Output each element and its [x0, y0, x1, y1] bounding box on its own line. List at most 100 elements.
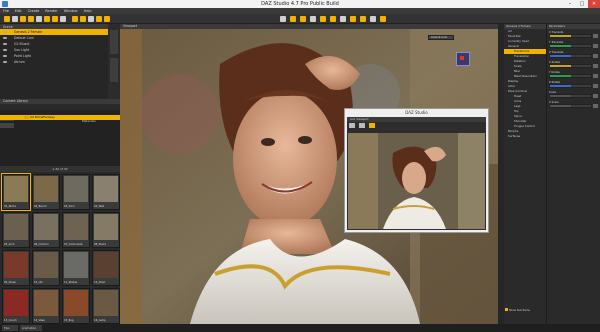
aux-viewport[interactable] — [348, 133, 485, 229]
close-icon[interactable]: ✕ — [588, 0, 600, 8]
toolbar-button[interactable] — [320, 16, 326, 22]
render-icon[interactable] — [359, 123, 365, 128]
slider-menu-icon[interactable] — [593, 64, 598, 68]
thumbnail-label: 07_Colonnade — [64, 243, 83, 246]
toolbar-button[interactable] — [28, 16, 34, 22]
content-thumbnail[interactable]: 06_Column — [32, 212, 60, 248]
toolbar-button[interactable] — [380, 16, 386, 22]
content-thumbnail[interactable]: 14_Vase — [32, 288, 60, 324]
slider-menu-icon[interactable] — [593, 54, 598, 58]
thumbnail-label: 14_Vase — [34, 319, 45, 322]
slider-track[interactable] — [549, 94, 592, 98]
content-thumbnail[interactable]: 12_Chair — [92, 250, 120, 286]
parameter-slider[interactable]: Y Rotate — [549, 71, 598, 79]
slider-menu-icon[interactable] — [593, 104, 598, 108]
parameter-slider[interactable]: X Rotate — [549, 61, 598, 69]
toolbar-button[interactable] — [300, 16, 306, 22]
parameter-slider[interactable]: X Scale — [549, 101, 598, 109]
slider-fill — [550, 35, 571, 37]
toolbar-button[interactable] — [20, 16, 26, 22]
content-thumbnail[interactable]: 08_Stairs — [92, 212, 120, 248]
aux-window[interactable]: DAZ Studio Aux Viewport — [344, 108, 489, 233]
aux-viewport-tab[interactable]: Aux Viewport — [347, 117, 486, 122]
view-cube-icon[interactable] — [456, 52, 470, 66]
slider-menu-icon[interactable] — [593, 94, 598, 98]
visibility-eye-icon[interactable] — [3, 37, 7, 39]
show-sub-items-checkbox[interactable]: Show Sub Items — [505, 308, 530, 312]
slider-track[interactable] — [549, 104, 592, 108]
content-thumbnail[interactable]: 05_Arch — [2, 212, 30, 248]
parameter-slider[interactable]: Y Translate — [549, 41, 598, 49]
toolbar-button[interactable] — [360, 16, 366, 22]
toolbar-button[interactable] — [88, 16, 94, 22]
toolbar-button[interactable] — [290, 16, 296, 22]
vertical-tab-1[interactable] — [110, 30, 118, 54]
content-thumbnail[interactable]: 03_Door — [62, 174, 90, 210]
toolbar-button[interactable] — [280, 16, 286, 22]
toolbar-button[interactable] — [36, 16, 42, 22]
viewport-tab[interactable]: Viewport — [123, 24, 137, 29]
toolbar-button[interactable] — [340, 16, 346, 22]
tab-animation[interactable]: Animation — [20, 325, 42, 331]
slider-menu-icon[interactable] — [593, 44, 598, 48]
content-thumbnail[interactable]: 04_Wall — [92, 174, 120, 210]
content-thumbnail[interactable]: 01_Niche — [1, 173, 31, 211]
scene-node[interactable]: Atrium — [0, 59, 108, 65]
toolbar-button[interactable] — [330, 16, 336, 22]
toolbar-button[interactable] — [310, 16, 316, 22]
content-thumbnail[interactable]: 13_Couch — [2, 288, 30, 324]
visibility-eye-icon[interactable] — [3, 31, 7, 33]
vertical-tab-2[interactable] — [110, 58, 118, 82]
toolbar-button[interactable] — [72, 16, 78, 22]
aux-window-body: Aux Viewport — [347, 117, 486, 230]
parameter-slider[interactable]: Scale — [549, 91, 598, 99]
content-thumbnail[interactable]: 02_Bench — [32, 174, 60, 210]
visibility-eye-icon[interactable] — [3, 49, 7, 51]
content-thumbnail[interactable]: 07_Colonnade — [62, 212, 90, 248]
visibility-eye-icon[interactable] — [3, 43, 7, 45]
content-thumbnail[interactable]: 09_Divan — [2, 250, 30, 286]
slider-track[interactable] — [549, 54, 592, 58]
content-thumbnail[interactable]: 15_Rug — [62, 288, 90, 324]
thumbnail-label: 13_Couch — [4, 319, 17, 322]
slider-track[interactable] — [549, 44, 592, 48]
slider-menu-icon[interactable] — [593, 34, 598, 38]
toolbar-button[interactable] — [60, 16, 66, 22]
maximize-icon[interactable]: □ — [576, 0, 588, 8]
slider-track[interactable] — [549, 64, 592, 68]
camera-icon[interactable] — [349, 123, 355, 128]
parameter-slider[interactable]: X Translate — [549, 31, 598, 39]
visibility-eye-icon[interactable] — [3, 55, 7, 57]
slider-track[interactable] — [549, 84, 592, 88]
slider-track[interactable] — [549, 74, 592, 78]
toolbar-button[interactable] — [370, 16, 376, 22]
slider-fill — [550, 95, 571, 97]
content-thumbnail[interactable]: 10_Urn — [32, 250, 60, 286]
toolbar-button[interactable] — [52, 16, 58, 22]
parameter-slider[interactable]: Z Translate — [549, 51, 598, 59]
slider-track[interactable] — [549, 34, 592, 38]
content-thumbnail[interactable]: 16_Lamp — [92, 288, 120, 324]
toolbar-button[interactable] — [44, 16, 50, 22]
toolbar-button[interactable] — [80, 16, 86, 22]
minimize-icon[interactable]: – — [564, 0, 576, 8]
toolbar-button[interactable] — [96, 16, 102, 22]
camera-select[interactable]: Default Cam — [428, 35, 454, 40]
toolbar-button[interactable] — [4, 16, 10, 22]
slider-menu-icon[interactable] — [593, 74, 598, 78]
visibility-eye-icon[interactable] — [3, 61, 7, 63]
parameter-slider[interactable]: Z Rotate — [549, 81, 598, 89]
toolbar-button[interactable] — [350, 16, 356, 22]
thumbnail-image — [4, 252, 28, 278]
scene-node-label: G2 BlueLt — [14, 42, 30, 46]
toolbar-button[interactable] — [12, 16, 18, 22]
parameters-panel: Parameters X Translate Y Translate Z Trans… — [546, 24, 600, 324]
property-group-item[interactable]: Surfaces — [504, 134, 546, 139]
slider-menu-icon[interactable] — [593, 84, 598, 88]
tab-tips[interactable]: Tips — [2, 325, 18, 331]
display-icon[interactable] — [369, 123, 375, 128]
folder-row[interactable] — [0, 125, 120, 130]
toolbar-button[interactable] — [104, 16, 110, 22]
content-thumbnail[interactable]: 11_Statue — [62, 250, 90, 286]
thumbnail-image — [34, 290, 58, 316]
